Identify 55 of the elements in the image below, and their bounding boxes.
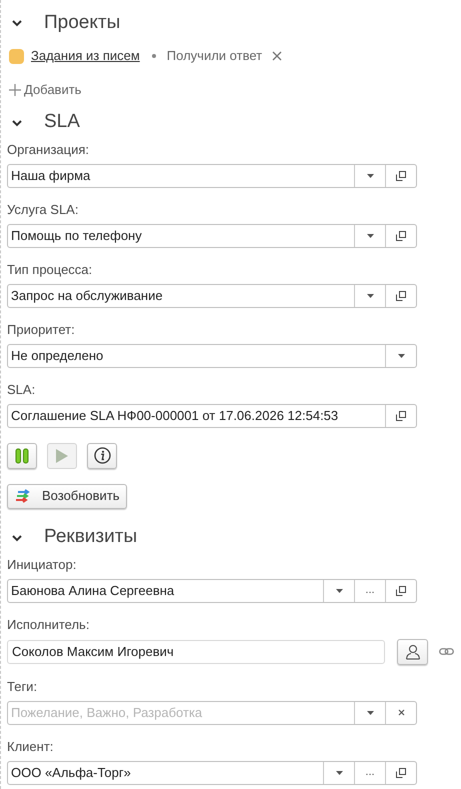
person-icon [404,644,420,660]
input-field[interactable]: Наша фирма [7,164,417,188]
caret-icon [366,174,374,178]
open-icon [396,410,406,420]
field-label: Услуга SLA: [7,202,80,218]
play-icon [55,448,69,464]
chevron-icon[interactable] [11,19,23,27]
link-icon[interactable] [439,648,454,655]
choose-button[interactable]: ... [354,762,385,784]
input-field[interactable]: ООО «Альфа-Торг» ... [7,760,417,784]
project-status: Получили ответ [166,47,262,66]
input-field[interactable]: Баюнова Алина Сергеевна ... [7,578,417,602]
choose-button[interactable]: ... [354,580,385,602]
close-icon [398,709,404,716]
field-label: Приоритет: [7,322,76,338]
input-field[interactable]: Помощь по телефону [7,224,417,248]
field-label: SLA: [7,382,36,398]
caret-icon [336,770,342,774]
caret-icon [366,294,374,298]
field-label: Тип процесса: [7,262,94,278]
input-field[interactable]: Запрос на обслуживание [7,284,417,308]
caret-icon [336,588,342,592]
project-link[interactable]: Задания из писем [29,46,140,66]
caret-icon [398,354,404,358]
field-label: Клиент: [7,738,54,754]
field-label: Теги: [7,678,38,694]
section-title: SLA [44,110,80,134]
pause-icon [14,448,30,464]
section-title: Реквизиты [44,525,138,550]
field-label: Инициатор: [7,556,78,572]
add-button[interactable]: Добавить [9,80,82,100]
open-icon [396,230,406,240]
person-button[interactable] [397,638,428,664]
bullet-icon [152,54,156,58]
open-icon [396,170,406,180]
input-field[interactable]: Соколов Максим Игоревич [7,640,385,664]
input-field[interactable]: Не определено [7,344,417,368]
info-icon [94,447,110,464]
open-icon [396,290,406,300]
field-label: Исполнитель: [7,616,90,632]
close-icon[interactable] [272,51,282,61]
caret-icon [366,710,374,714]
plus-icon [9,84,21,96]
arrows-icon [14,489,32,503]
section-title: Проекты [44,10,120,35]
chevron-icon[interactable] [11,534,23,542]
pause-button[interactable] [7,442,37,468]
input-field[interactable]: Соглашение SLA НФ00-000001 от 17.06.2026 12:54:53 [7,404,417,428]
open-icon [396,586,406,596]
chevron-icon[interactable] [11,118,23,126]
field-label: Организация: [7,142,90,158]
resume-button[interactable]: Возобновить [7,484,127,508]
caret-icon [366,234,374,238]
info-button[interactable] [87,442,117,468]
open-icon [396,768,406,778]
